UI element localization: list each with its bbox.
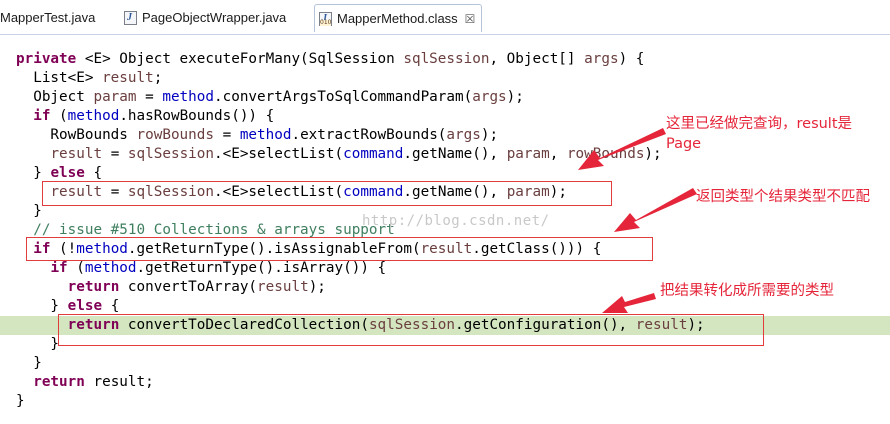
tab-label: PageObjectWrapper.java	[142, 10, 287, 25]
annotation-note-query-done-line2: Page	[666, 136, 702, 152]
annotation-note-convert-type: 把结果转化成所需要的类型	[660, 283, 834, 299]
code-line-3: Object param = method.convertArgsToSqlCo…	[16, 89, 524, 105]
class-file-icon: J 010	[319, 11, 332, 26]
tab-mappermethod-class[interactable]: J 010 MapperMethod.class ☒	[314, 4, 483, 32]
tab-mappertest-java[interactable]: MapperTest.java	[0, 6, 95, 30]
code-line-18: return result;	[33, 374, 154, 390]
code-line-17: }	[16, 355, 42, 371]
close-tab-icon[interactable]: ☒	[465, 7, 476, 31]
code-line-2: List<E> result;	[16, 70, 163, 86]
editor-tab-bar: MapperTest.java J PageObjectWrapper.java…	[0, 0, 890, 35]
code-line-12: if (method.getReturnType().isArray()) {	[50, 260, 387, 276]
tab-label: MapperTest.java	[0, 10, 96, 25]
code-line-19: }	[16, 393, 25, 409]
annotation-box-selectlist	[42, 181, 612, 206]
java-file-icon: J	[124, 11, 137, 25]
annotation-note-query-done-line1: 这里已经做完查询，result是	[666, 116, 853, 132]
annotation-note-type-mismatch: 返回类型个结果类型不匹配	[696, 189, 870, 205]
annotation-note-query-done: 这里已经做完查询，result是 Page	[666, 114, 852, 154]
code-line-1: private <E> Object executeForMany(SqlSes…	[16, 51, 645, 67]
watermark: http://blog.csdn.net/	[362, 213, 550, 229]
annotation-box-convert	[58, 314, 764, 346]
code-editor[interactable]: private <E> Object executeForMany(SqlSes…	[0, 50, 890, 411]
annotation-box-type-check	[26, 237, 653, 261]
tab-pageobjectwrapper-java[interactable]: J PageObjectWrapper.java	[124, 6, 286, 30]
tab-label: MapperMethod.class	[337, 10, 458, 26]
